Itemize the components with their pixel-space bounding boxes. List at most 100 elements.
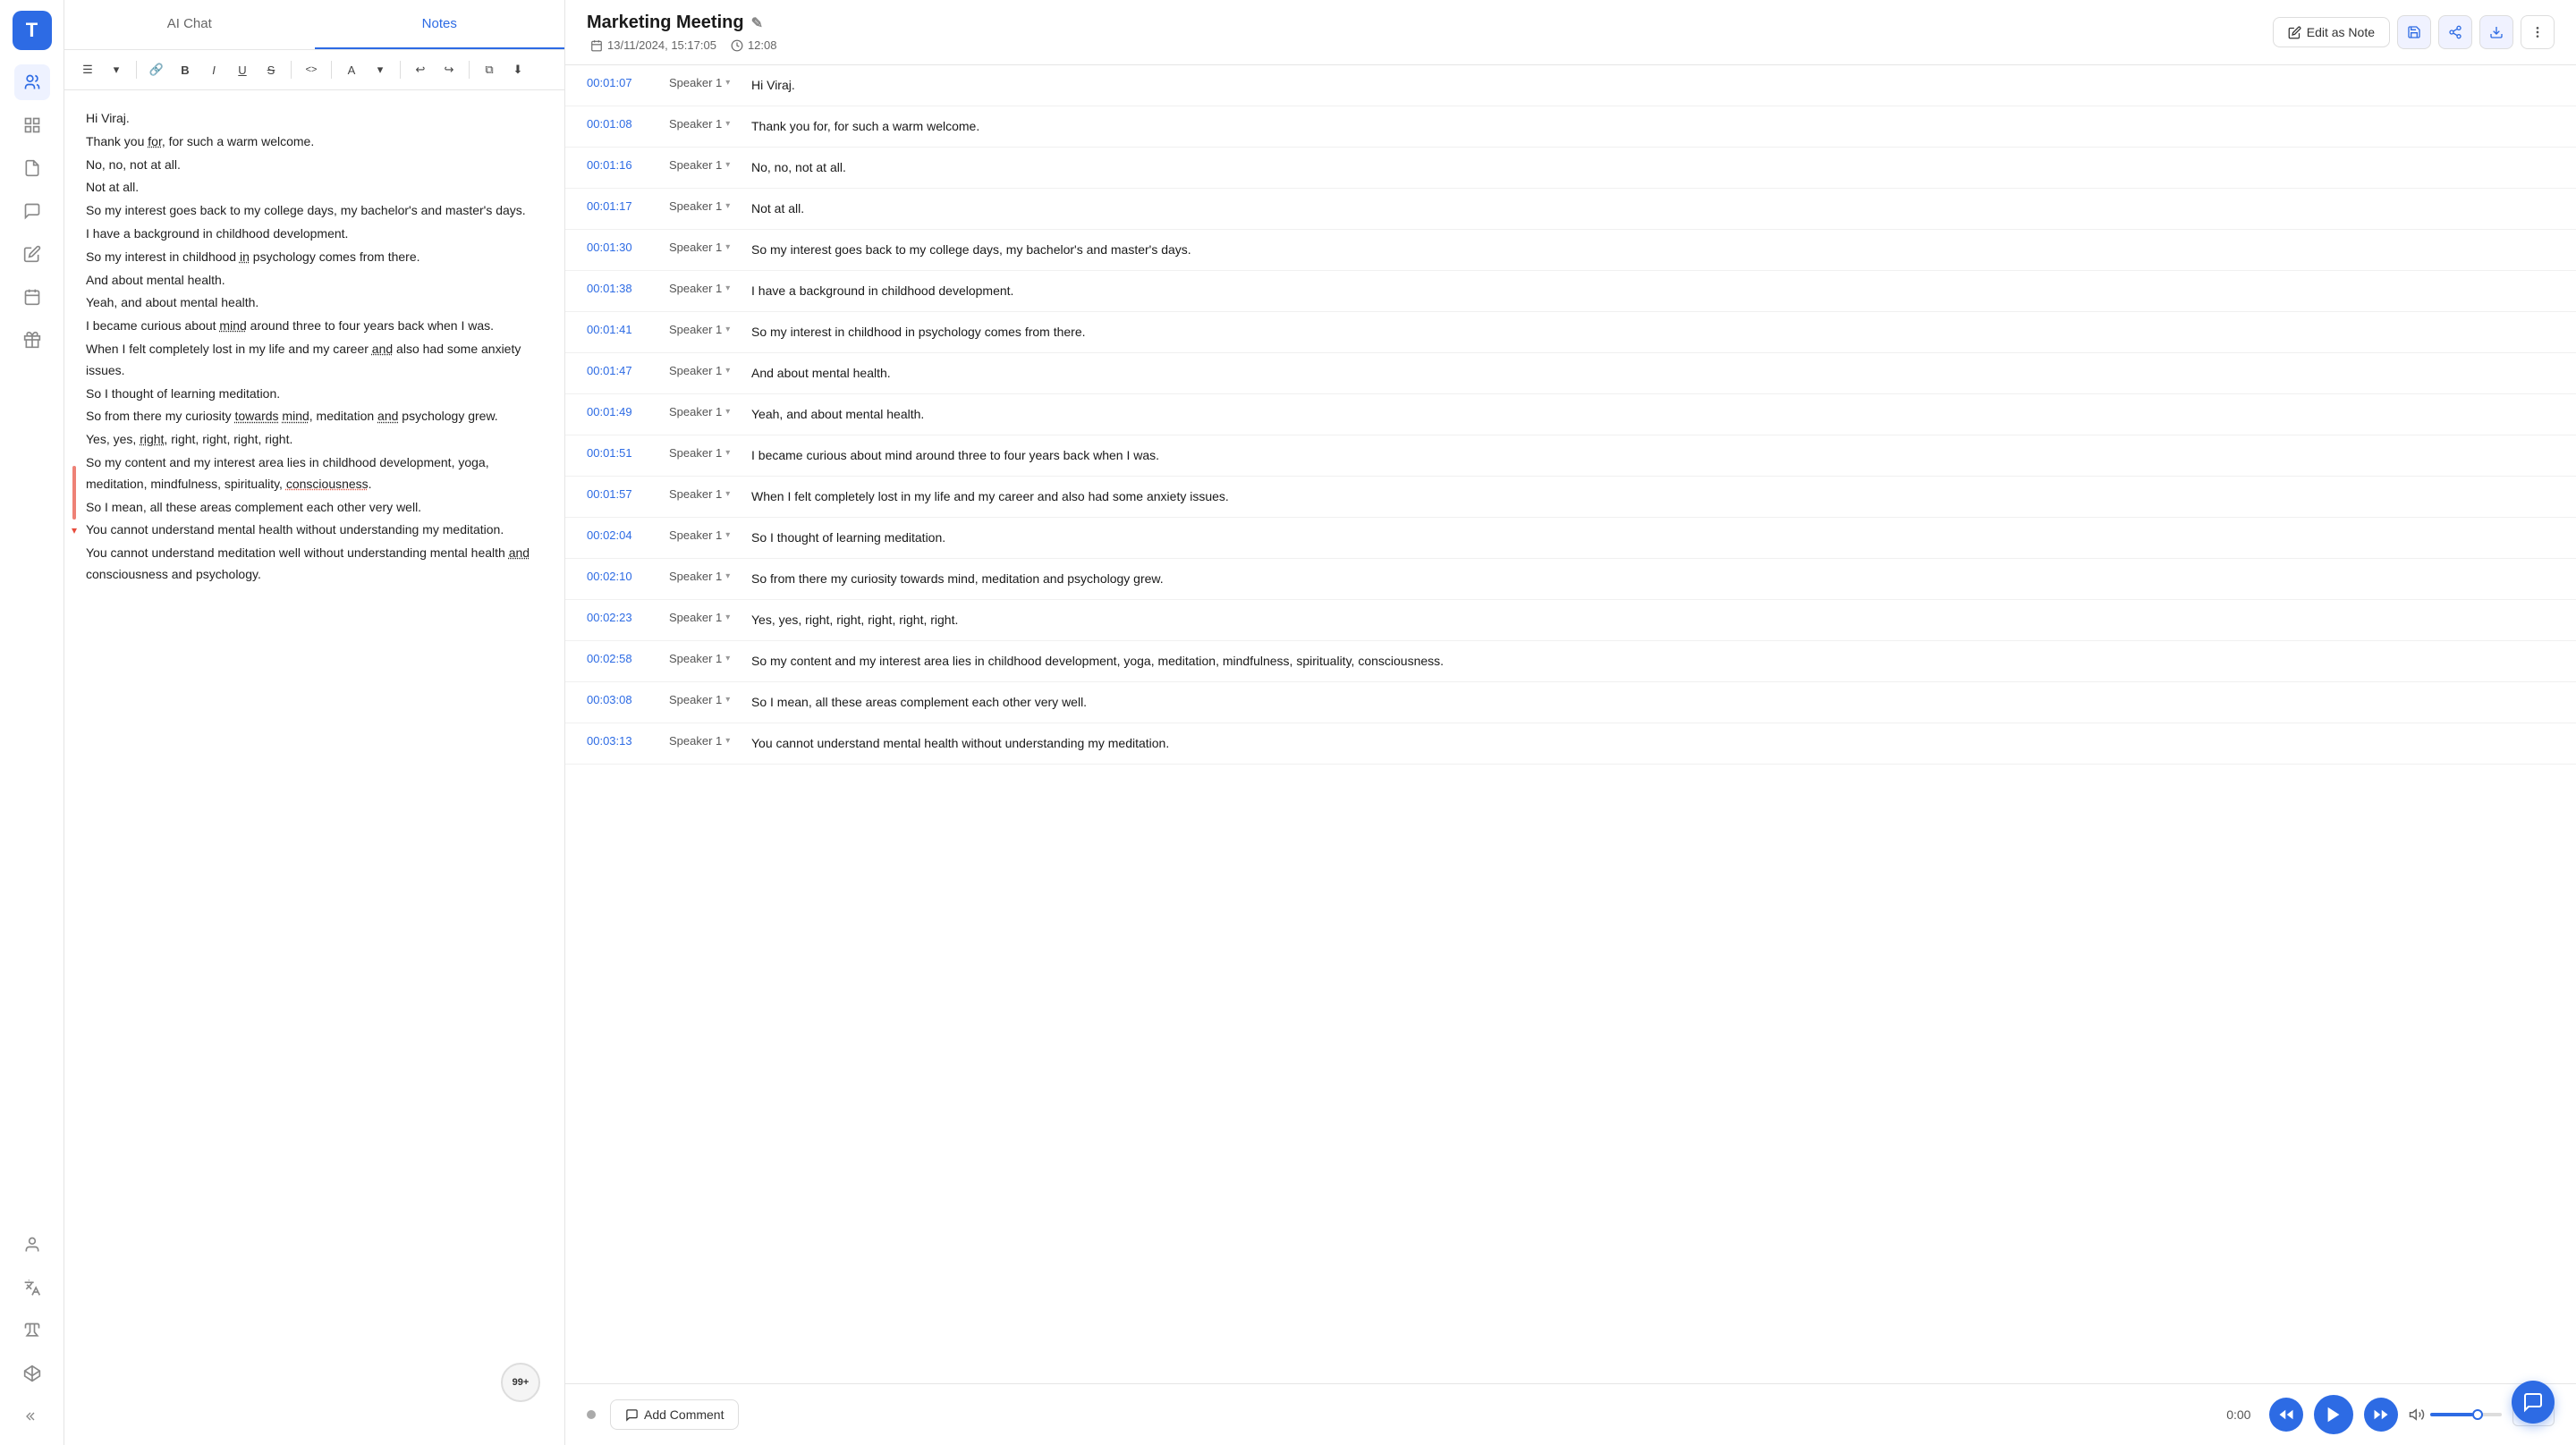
sidebar-item-person[interactable] [14, 1227, 50, 1263]
speaker-chevron-icon[interactable]: ▾ [725, 489, 730, 499]
editor-line-3: No, no, not at all. [86, 155, 543, 176]
align-button[interactable]: ☰ [75, 57, 100, 82]
transcript-area: 00:01:07Speaker 1 ▾Hi Viraj.00:01:08Spea… [565, 65, 2576, 1383]
transcript-text: So my interest in childhood in psycholog… [751, 323, 2555, 342]
transcript-time[interactable]: 00:01:49 [587, 405, 658, 418]
speaker-chevron-icon[interactable]: ▾ [725, 407, 730, 417]
transcript-time[interactable]: 00:01:57 [587, 487, 658, 501]
add-comment-button[interactable]: Add Comment [610, 1399, 739, 1430]
sidebar-item-lab[interactable] [14, 1313, 50, 1348]
progress-dot[interactable] [587, 1410, 596, 1419]
sidebar-item-grid[interactable] [14, 107, 50, 143]
transcript-time[interactable]: 00:01:41 [587, 323, 658, 336]
transcript-text: So from there my curiosity towards mind,… [751, 570, 2555, 588]
save-action-button[interactable] [2397, 15, 2431, 49]
chat-fab-button[interactable] [2512, 1381, 2555, 1424]
transcript-time[interactable]: 00:01:38 [587, 282, 658, 295]
transcript-time[interactable]: 00:01:51 [587, 446, 658, 460]
editor-line-12: So I thought of learning meditation. [86, 384, 543, 405]
speaker-chevron-icon[interactable]: ▾ [725, 160, 730, 170]
transcript-text: So I mean, all these areas complement ea… [751, 693, 2555, 712]
speaker-chevron-icon[interactable]: ▾ [725, 119, 730, 129]
underline-button[interactable]: U [230, 57, 255, 82]
download-toolbar-button[interactable]: ⬇ [505, 57, 530, 82]
speaker-chevron-icon[interactable]: ▾ [725, 530, 730, 540]
bold-button[interactable]: B [173, 57, 198, 82]
share-action-button[interactable] [2438, 15, 2472, 49]
transcript-time[interactable]: 00:01:17 [587, 199, 658, 213]
sidebar-item-gift[interactable] [14, 322, 50, 358]
transcript-time[interactable]: 00:01:30 [587, 241, 658, 254]
edit-as-note-button[interactable]: Edit as Note [2273, 17, 2390, 47]
transcript-time[interactable]: 00:02:10 [587, 570, 658, 583]
transcript-time[interactable]: 00:01:16 [587, 158, 658, 172]
transcript-time[interactable]: 00:01:08 [587, 117, 658, 131]
transcript-text: So I thought of learning meditation. [751, 528, 2555, 547]
speaker-chevron-icon[interactable]: ▾ [725, 571, 730, 581]
speaker-chevron-icon[interactable]: ▾ [725, 283, 730, 293]
transcript-speaker: Speaker 1 ▾ [669, 117, 741, 131]
transcript-row: 00:01:47Speaker 1 ▾And about mental heal… [565, 353, 2576, 394]
tab-notes[interactable]: Notes [315, 0, 565, 49]
speaker-chevron-icon[interactable]: ▾ [725, 613, 730, 622]
sidebar-item-calendar[interactable] [14, 279, 50, 315]
sidebar-item-document[interactable] [14, 150, 50, 186]
transcript-text: Thank you for, for such a warm welcome. [751, 117, 2555, 136]
editor-line-1: Hi Viraj. [86, 108, 543, 130]
volume-control [2409, 1407, 2502, 1423]
link-button[interactable]: 🔗 [144, 57, 169, 82]
meeting-meta: 13/11/2024, 15:17:05 12:08 [590, 38, 776, 52]
font-color-chevron-button[interactable]: ▾ [368, 57, 393, 82]
rewind-button[interactable] [2269, 1398, 2303, 1432]
speaker-chevron-icon[interactable]: ▾ [725, 201, 730, 211]
transcript-time[interactable]: 00:03:08 [587, 693, 658, 706]
speaker-chevron-icon[interactable]: ▾ [725, 78, 730, 88]
notification-badge[interactable]: 99+ [501, 1363, 540, 1402]
volume-fill [2430, 1413, 2473, 1416]
italic-button[interactable]: I [201, 57, 226, 82]
tab-ai-chat[interactable]: AI Chat [64, 0, 315, 49]
font-color-button[interactable]: A [339, 57, 364, 82]
speaker-chevron-icon[interactable]: ▾ [725, 325, 730, 334]
transcript-row: 00:01:16Speaker 1 ▾No, no, not at all. [565, 148, 2576, 189]
transcript-time[interactable]: 00:01:47 [587, 364, 658, 377]
speaker-chevron-icon[interactable]: ▾ [725, 695, 730, 705]
speaker-chevron-icon[interactable]: ▾ [725, 366, 730, 376]
code-button[interactable]: <> [299, 57, 324, 82]
more-actions-button[interactable] [2521, 15, 2555, 49]
sidebar-item-chat[interactable] [14, 193, 50, 229]
copy-button[interactable]: ⧉ [477, 57, 502, 82]
fast-forward-button[interactable] [2364, 1398, 2398, 1432]
editor-content[interactable]: ▾ Hi Viraj. Thank you for, for such a wa… [64, 90, 564, 1445]
speaker-chevron-icon[interactable]: ▾ [725, 654, 730, 663]
transcript-text: I became curious about mind around three… [751, 446, 2555, 465]
redo-button[interactable]: ↪ [436, 57, 462, 82]
warning-chevron: ▾ [72, 521, 77, 539]
sidebar-item-edit[interactable] [14, 236, 50, 272]
play-button[interactable] [2314, 1395, 2353, 1434]
app-logo[interactable]: T [13, 11, 52, 50]
editor-line-13: So from there my curiosity towards mind,… [86, 406, 543, 427]
transcript-speaker: Speaker 1 ▾ [669, 364, 741, 377]
speaker-chevron-icon[interactable]: ▾ [725, 242, 730, 252]
collapse-button[interactable] [14, 1399, 50, 1434]
undo-button[interactable]: ↩ [408, 57, 433, 82]
transcript-time[interactable]: 00:03:13 [587, 734, 658, 748]
transcript-text: No, no, not at all. [751, 158, 2555, 177]
transcript-time[interactable]: 00:01:07 [587, 76, 658, 89]
player-bar: Add Comment 0:00 1x [565, 1383, 2576, 1445]
speaker-chevron-icon[interactable]: ▾ [725, 736, 730, 746]
transcript-time[interactable]: 00:02:04 [587, 528, 658, 542]
speaker-chevron-icon[interactable]: ▾ [725, 448, 730, 458]
transcript-time[interactable]: 00:02:23 [587, 611, 658, 624]
download-action-button[interactable] [2479, 15, 2513, 49]
meeting-title-edit-icon[interactable]: ✎ [751, 14, 763, 32]
transcript-time[interactable]: 00:02:58 [587, 652, 658, 665]
sidebar-item-gem[interactable] [14, 1356, 50, 1391]
volume-slider[interactable] [2430, 1413, 2502, 1416]
align-chevron-button[interactable]: ▾ [104, 57, 129, 82]
strikethrough-button[interactable]: S [258, 57, 284, 82]
meeting-date: 13/11/2024, 15:17:05 [607, 38, 716, 52]
sidebar-item-translate[interactable] [14, 1270, 50, 1306]
sidebar-item-users[interactable] [14, 64, 50, 100]
